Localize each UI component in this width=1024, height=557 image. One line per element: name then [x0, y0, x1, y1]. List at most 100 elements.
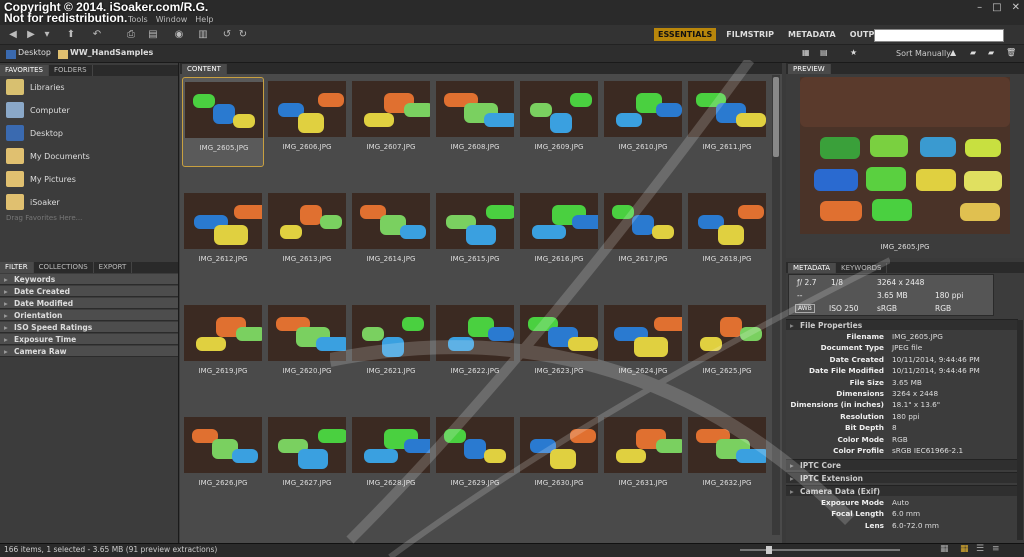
- favorite-item-2[interactable]: Desktop: [6, 123, 63, 143]
- get-photos-icon[interactable]: ⎙: [124, 28, 138, 41]
- thumbnail-item[interactable]: IMG_2631.JPG: [602, 413, 684, 503]
- workspace-essentials[interactable]: ESSENTIALS: [654, 28, 717, 41]
- grid-view-icon[interactable]: ▤: [820, 48, 828, 57]
- history-dropdown-icon[interactable]: ▾: [40, 28, 54, 41]
- section-file-properties[interactable]: File Properties: [786, 319, 1018, 331]
- filter-item-2[interactable]: Date Modified: [0, 298, 178, 309]
- close-button[interactable]: ✕: [1012, 2, 1020, 13]
- thumbnail-item[interactable]: IMG_2625.JPG: [686, 301, 768, 391]
- new-folder-icon[interactable]: ▰: [988, 48, 994, 57]
- metadata-value: IMG_2605.JPG: [892, 332, 943, 341]
- section-iptc-extension[interactable]: IPTC Extension: [786, 472, 1018, 484]
- view-as-list-icon[interactable]: ≡: [992, 544, 1000, 554]
- tab-export[interactable]: EXPORT: [94, 262, 133, 273]
- filter-item-1[interactable]: Date Created: [0, 286, 178, 297]
- tab-metadata[interactable]: METADATA: [788, 263, 837, 273]
- favorite-item-0[interactable]: Libraries: [6, 77, 65, 97]
- minimize-button[interactable]: –: [977, 2, 982, 13]
- preview-image[interactable]: [800, 77, 1010, 234]
- metadata-value: 3264 x 2448: [892, 389, 939, 398]
- back-arrow-icon[interactable]: ◀: [6, 28, 20, 41]
- favorite-item-1[interactable]: Computer: [6, 100, 70, 120]
- thumbnail-item[interactable]: IMG_2630.JPG: [518, 413, 600, 503]
- view-as-details-icon[interactable]: ☰: [976, 544, 984, 554]
- output-icon[interactable]: ▥: [196, 28, 210, 41]
- thumbnail-item[interactable]: IMG_2620.JPG: [266, 301, 348, 391]
- breadcrumb-folder[interactable]: WW_HandSamples: [70, 48, 153, 57]
- thumbnail-item[interactable]: IMG_2614.JPG: [350, 189, 432, 279]
- tab-collections[interactable]: COLLECTIONS: [34, 262, 94, 273]
- star-filter-icon[interactable]: ★: [850, 48, 857, 57]
- thumbnail-item[interactable]: IMG_2632.JPG: [686, 413, 768, 503]
- workspace-metadata[interactable]: METADATA: [784, 28, 840, 41]
- thumbnail-item[interactable]: IMG_2607.JPG: [350, 77, 432, 167]
- filter-item-6[interactable]: Camera Raw: [0, 346, 178, 357]
- favorite-item-5[interactable]: iSoaker: [6, 192, 60, 212]
- thumbnail-item[interactable]: IMG_2609.JPG: [518, 77, 600, 167]
- tab-favorites[interactable]: FAVORITES: [0, 65, 49, 76]
- go-parent-icon[interactable]: ⬆: [64, 28, 78, 41]
- thumbnail-item[interactable]: IMG_2624.JPG: [602, 301, 684, 391]
- thumbnail-image: [520, 417, 598, 473]
- search-input[interactable]: [874, 29, 1004, 42]
- thumbnail-item[interactable]: IMG_2621.JPG: [350, 301, 432, 391]
- thumbnail-item[interactable]: IMG_2616.JPG: [518, 189, 600, 279]
- favorites-tabs: FAVORITES FOLDERS: [0, 65, 178, 76]
- thumbnail-image: [604, 417, 682, 473]
- tab-filter[interactable]: FILTER: [0, 262, 34, 273]
- thumbnail-size-knob[interactable]: [765, 546, 772, 554]
- filter-item-4[interactable]: ISO Speed Ratings: [0, 322, 178, 333]
- metadata-key: Resolution: [840, 411, 884, 421]
- desktop-icon: [6, 50, 16, 59]
- thumbnail-item[interactable]: IMG_2627.JPG: [266, 413, 348, 503]
- favorite-label: Libraries: [30, 82, 65, 92]
- rotate-left-icon[interactable]: ↺: [220, 28, 234, 41]
- thumbnail-item[interactable]: IMG_2629.JPG: [434, 413, 516, 503]
- thumbnail-item[interactable]: IMG_2610.JPG: [602, 77, 684, 167]
- thumbnail-item[interactable]: IMG_2618.JPG: [686, 189, 768, 279]
- thumbnail-item[interactable]: IMG_2613.JPG: [266, 189, 348, 279]
- thumbnail-item[interactable]: IMG_2608.JPG: [434, 77, 516, 167]
- delete-icon[interactable]: 🗑: [1006, 48, 1016, 57]
- thumbnail-item[interactable]: IMG_2628.JPG: [350, 413, 432, 503]
- thumbnail-item[interactable]: IMG_2617.JPG: [602, 189, 684, 279]
- boomerang-icon[interactable]: ↶: [90, 28, 104, 41]
- forward-arrow-icon[interactable]: ▶: [24, 28, 38, 41]
- open-recent-icon[interactable]: ▰: [970, 48, 976, 57]
- breadcrumb-desktop[interactable]: Desktop: [18, 48, 51, 57]
- thumbnail-filename: IMG_2620.JPG: [282, 367, 332, 375]
- tab-folders[interactable]: FOLDERS: [49, 65, 93, 76]
- tab-preview[interactable]: PREVIEW: [788, 64, 831, 74]
- filter-item-0[interactable]: Keywords: [0, 274, 178, 285]
- scrollbar-thumb[interactable]: [773, 77, 779, 157]
- thumbnail-item[interactable]: IMG_2623.JPG: [518, 301, 600, 391]
- filter-item-3[interactable]: Orientation: [0, 310, 178, 321]
- rotate-right-icon[interactable]: ↻: [236, 28, 250, 41]
- refine-icon[interactable]: ▤: [146, 28, 160, 41]
- thumbnail-item[interactable]: IMG_2606.JPG: [266, 77, 348, 167]
- tab-keywords[interactable]: KEYWORDS: [836, 263, 888, 273]
- tab-content[interactable]: CONTENT: [182, 64, 227, 74]
- metadata-scrollbar[interactable]: [1017, 320, 1023, 540]
- filter-item-5[interactable]: Exposure Time: [0, 334, 178, 345]
- thumbnail-item[interactable]: IMG_2619.JPG: [182, 301, 264, 391]
- favorite-item-3[interactable]: My Documents: [6, 146, 90, 166]
- thumbnail-item[interactable]: IMG_2611.JPG: [686, 77, 768, 167]
- view-mode-icon[interactable]: ▦: [802, 48, 810, 57]
- thumbnail-item[interactable]: IMG_2615.JPG: [434, 189, 516, 279]
- thumbnail-item[interactable]: IMG_2605.JPG: [182, 77, 264, 167]
- maximize-button[interactable]: □: [992, 2, 1001, 13]
- view-as-thumbnails-icon[interactable]: ▦: [960, 544, 969, 554]
- sort-dropdown[interactable]: Sort Manually: [896, 49, 951, 58]
- thumbnail-item[interactable]: IMG_2626.JPG: [182, 413, 264, 503]
- thumbnail-item[interactable]: IMG_2612.JPG: [182, 189, 264, 279]
- favorite-item-4[interactable]: My Pictures: [6, 169, 76, 189]
- section-iptc-core[interactable]: IPTC Core: [786, 459, 1018, 471]
- workspace-filmstrip[interactable]: FILMSTRIP: [722, 28, 778, 41]
- lock-thumbnail-grid-icon[interactable]: ▦: [940, 544, 949, 554]
- open-in-camera-raw-icon[interactable]: ◉: [172, 28, 186, 41]
- thumbnail-item[interactable]: IMG_2622.JPG: [434, 301, 516, 391]
- thumbnail-size-slider[interactable]: [740, 549, 900, 551]
- filter-tabs: FILTER COLLECTIONS EXPORT: [0, 262, 178, 273]
- section-camera-data[interactable]: Camera Data (Exif): [786, 485, 1018, 497]
